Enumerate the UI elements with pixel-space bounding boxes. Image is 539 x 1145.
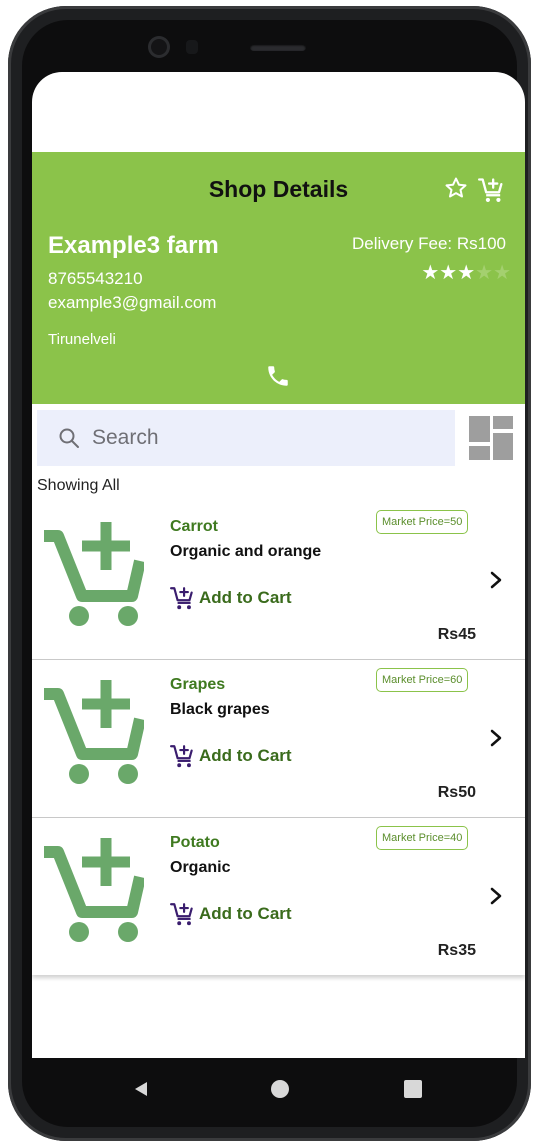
product-name: Potato <box>170 834 220 851</box>
star-empty-icon: ★ <box>493 262 511 284</box>
earpiece-speaker <box>250 44 306 51</box>
search-input[interactable] <box>92 422 442 454</box>
cart-add-icon <box>170 587 193 610</box>
product-list: Carrot Organic and orange Add to Cart Ma… <box>32 502 525 975</box>
back-icon[interactable] <box>132 1080 150 1098</box>
star-filled-icon: ★ <box>457 262 476 284</box>
shop-rating: ★★★★★ <box>421 260 511 285</box>
product-description: Organic and orange <box>170 543 322 560</box>
product-cart-image <box>44 680 144 784</box>
search-bar[interactable] <box>37 410 455 466</box>
search-icon <box>59 428 79 448</box>
product-list-item[interactable]: Carrot Organic and orange Add to Cart Ma… <box>32 502 525 660</box>
product-name: Carrot <box>170 518 219 535</box>
product-list-item[interactable]: Potato Organic Add to Cart Market Price=… <box>32 818 525 975</box>
market-price-badge: Market Price=40 <box>376 826 469 850</box>
product-price: Rs45 <box>437 626 476 643</box>
add-to-cart-label: Add to Cart <box>199 904 292 923</box>
phone-icon[interactable] <box>265 363 291 389</box>
chevron-right-icon[interactable] <box>488 728 504 748</box>
product-description: Black grapes <box>170 701 270 718</box>
add-to-cart-button[interactable]: Add to Cart <box>170 900 292 928</box>
product-price: Rs35 <box>437 942 476 959</box>
cart-add-icon <box>170 745 193 768</box>
shop-email: example3@gmail.com <box>48 293 217 312</box>
recent-apps-icon[interactable] <box>404 1080 422 1098</box>
shop-location: Tirunelveli <box>48 331 116 348</box>
product-name: Grapes <box>170 676 226 693</box>
product-list-item[interactable]: Grapes Black grapes Add to Cart Market P… <box>32 660 525 818</box>
star-filled-icon: ★ <box>421 262 440 284</box>
cart-add-icon[interactable] <box>478 176 506 204</box>
add-to-cart-label: Add to Cart <box>199 746 292 765</box>
star-outline-icon[interactable] <box>444 176 468 200</box>
shop-phone-number: 8765543210 <box>48 269 143 288</box>
app-screen: Shop Details Example3 farm 8765543210 ex… <box>32 72 525 1058</box>
star-filled-icon: ★ <box>439 262 458 284</box>
home-icon[interactable] <box>271 1080 289 1098</box>
cart-add-icon <box>170 903 193 926</box>
grid-view-icon[interactable] <box>468 415 514 461</box>
market-price-badge: Market Price=60 <box>376 668 469 692</box>
chevron-right-icon[interactable] <box>488 886 504 906</box>
product-cart-image <box>44 838 144 942</box>
delivery-fee: Delivery Fee: Rs100 <box>351 234 506 253</box>
chevron-right-icon[interactable] <box>488 570 504 590</box>
product-cart-image <box>44 522 144 626</box>
proximity-sensor <box>186 40 198 54</box>
product-price: Rs50 <box>437 784 476 801</box>
add-to-cart-button[interactable]: Add to Cart <box>170 584 292 612</box>
front-camera <box>148 36 170 58</box>
star-empty-icon: ★ <box>475 262 494 284</box>
add-to-cart-button[interactable]: Add to Cart <box>170 742 292 770</box>
system-nav-bar <box>32 1058 525 1118</box>
shop-name: Example3 farm <box>48 232 219 259</box>
market-price-badge: Market Price=50 <box>376 510 469 534</box>
product-description: Organic <box>170 859 231 876</box>
add-to-cart-label: Add to Cart <box>199 588 292 607</box>
filter-status: Showing All <box>37 477 120 494</box>
